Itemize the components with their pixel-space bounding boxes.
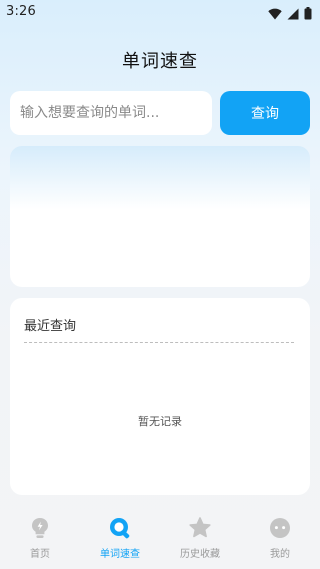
wifi-icon — [268, 5, 282, 24]
status-icons — [268, 5, 312, 24]
battery-icon — [304, 5, 312, 24]
page-title: 单词速查 — [122, 51, 198, 72]
tab-profile[interactable]: 我的 — [240, 507, 320, 569]
tab-history-favorites[interactable]: 历史收藏 — [160, 507, 240, 569]
profile-icon — [269, 517, 291, 539]
status-time: 3:26 — [6, 4, 36, 19]
star-icon — [189, 517, 211, 539]
tab-profile-label: 我的 — [270, 549, 290, 560]
search-icon — [109, 517, 131, 539]
recent-divider — [24, 342, 294, 343]
recent-searches-title: 最近查询 — [24, 319, 77, 334]
recent-searches-card: 最近查询 暂无记录 — [10, 298, 310, 495]
tab-history-favorites-label: 历史收藏 — [180, 549, 220, 560]
lightbulb-icon — [29, 517, 51, 539]
result-card — [10, 146, 310, 287]
search-button[interactable]: 查询 — [220, 91, 310, 135]
search-box[interactable] — [10, 91, 212, 135]
tab-word-search-label: 单词速查 — [100, 549, 140, 560]
tab-home[interactable]: 首页 — [0, 507, 80, 569]
tab-home-label: 首页 — [30, 549, 50, 560]
search-input[interactable] — [10, 91, 212, 135]
status-bar: 3:26 — [0, 0, 320, 24]
tab-word-search[interactable]: 单词速查 — [80, 507, 160, 569]
tab-bar: 首页 单词速查 历史收藏 我的 — [0, 507, 320, 569]
signal-icon — [287, 5, 299, 24]
recent-empty-text: 暂无记录 — [138, 415, 182, 428]
